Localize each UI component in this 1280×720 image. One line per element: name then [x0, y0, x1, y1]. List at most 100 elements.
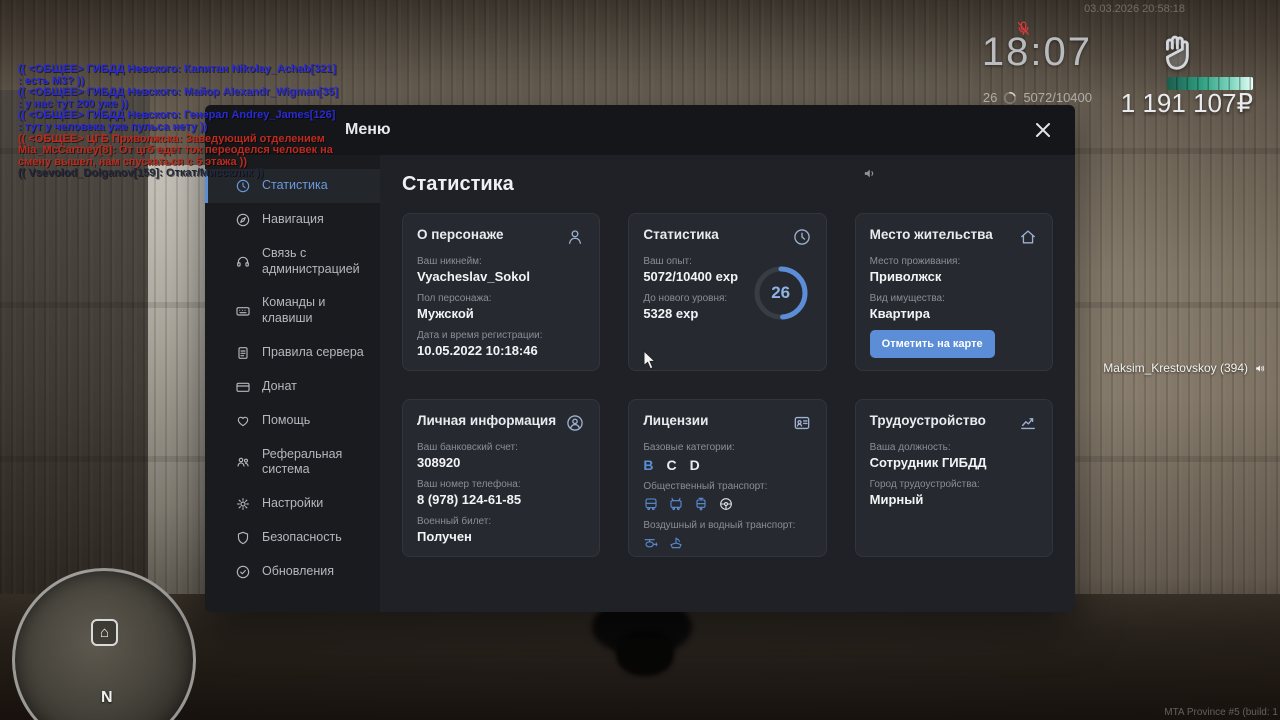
card-title: Трудоустройство — [870, 413, 986, 428]
shield-icon — [235, 530, 251, 546]
menu-title: Меню — [345, 121, 391, 139]
sidebar-item-security[interactable]: Безопасность — [205, 521, 380, 555]
menu-body: Статистика Навигация Связь с администрац… — [205, 155, 1075, 612]
hud-clock: 18:07 — [982, 30, 1092, 75]
chat-line: (( Vsevolod_Dolganov[159]: Откат/Мисскли… — [18, 168, 338, 180]
card-title: О персонаже — [417, 227, 503, 242]
field-value: 8 (978) 124-61-85 — [417, 492, 585, 507]
compass-icon — [235, 212, 251, 228]
trend-chart-icon — [1018, 413, 1038, 433]
sidebar-item-label: Безопасность — [262, 530, 368, 546]
hud-exp: 5072/10400 — [1023, 90, 1092, 105]
field-value: Мужской — [417, 306, 585, 321]
licenses-air-label: Воздушный и водный транспорт: — [643, 520, 811, 531]
game-screen: (( <ОБЩЕЕ> ГИБДД Невского: Капитан Nikol… — [0, 0, 1280, 720]
chat-line: (( <ОБЩЕЕ> ГИБДД Невского: Капитан Nikol… — [18, 64, 338, 76]
menu-content: Статистика О персонаже Ваш никнейм: Vyac… — [380, 155, 1075, 612]
speaker-icon[interactable] — [862, 165, 879, 182]
stats-cards-grid: О персонаже Ваш никнейм: Vyacheslav_Soko… — [402, 213, 1053, 557]
sidebar-item-server-rules[interactable]: Правила сервера — [205, 336, 380, 370]
sidebar-item-commands-keys[interactable]: Команды и клавиши — [205, 286, 380, 335]
document-icon — [235, 345, 251, 361]
field-value: 5072/10400 exp — [643, 269, 738, 284]
card-title: Статистика — [643, 227, 718, 242]
helicopter-icon — [643, 535, 659, 551]
field-value: Квартира — [870, 306, 1038, 321]
sidebar-item-admin-contact[interactable]: Связь с администрацией — [205, 237, 380, 286]
headset-icon — [235, 254, 251, 270]
category-d: D — [690, 457, 700, 473]
sidebar-item-label: Обновления — [262, 564, 368, 580]
sidebar-item-label: Навигация — [262, 212, 368, 228]
field-label: Ваш номер телефона: — [417, 479, 585, 490]
sidebar-item-updates[interactable]: Обновления — [205, 555, 380, 589]
mouse-cursor — [643, 351, 658, 370]
card-residence: Место жительства Место проживания: Приво… — [855, 213, 1053, 371]
field-label: Военный билет: — [417, 516, 585, 527]
mark-on-map-button[interactable]: Отметить на карте — [870, 330, 995, 358]
home-icon — [1018, 227, 1038, 247]
field-label: Ваш банковский счет: — [417, 442, 585, 453]
voice-indicator: Maksim_Krestovskoy (394) — [1103, 361, 1267, 375]
heart-icon — [235, 413, 251, 429]
card-licenses: Лицензии Базовые категории: B C D Общест… — [628, 399, 826, 557]
field-label: Дата и время регистрации: — [417, 330, 585, 341]
trolleybus-icon — [668, 496, 684, 512]
field-value: 10.05.2022 10:18:46 — [417, 343, 585, 358]
card-title: Лицензии — [643, 413, 708, 428]
card-character: О персонаже Ваш никнейм: Vyacheslav_Soko… — [402, 213, 600, 371]
home-icon: ⌂ — [91, 619, 118, 646]
sidebar-item-settings[interactable]: Настройки — [205, 487, 380, 521]
exp-ring-icon — [1003, 91, 1017, 105]
sidebar-item-label: Команды и клавиши — [262, 295, 368, 326]
keyboard-icon — [235, 303, 251, 319]
card-title: Личная информация — [417, 413, 556, 428]
close-icon[interactable] — [1031, 118, 1055, 142]
field-label: Ваша должность: — [870, 442, 1038, 453]
sidebar-item-label: Правила сервера — [262, 345, 368, 361]
sidebar-item-label: Настройки — [262, 496, 368, 512]
id-card-icon — [792, 413, 812, 433]
hud-exp-row: 26 5072/10400 — [983, 90, 1092, 105]
bus-icon — [643, 496, 659, 512]
chat-log: (( <ОБЩЕЕ> ГИБДД Невского: Капитан Nikol… — [18, 64, 338, 180]
sidebar-item-donate[interactable]: Донат — [205, 370, 380, 404]
tram-icon — [693, 496, 709, 512]
field-label: Место проживания: — [870, 256, 1038, 267]
users-icon — [235, 454, 251, 470]
voice-player-name: Maksim_Krestovskoy (394) — [1103, 361, 1248, 375]
card-employment: Трудоустройство Ваша должность: Сотрудни… — [855, 399, 1053, 557]
field-label: Ваш опыт: — [643, 256, 738, 267]
check-circle-icon — [235, 564, 251, 580]
sidebar-item-help[interactable]: Помощь — [205, 404, 380, 438]
menu-sidebar: Статистика Навигация Связь с администрац… — [205, 155, 380, 612]
clock-icon — [792, 227, 812, 247]
field-value: Сотрудник ГИБДД — [870, 455, 1038, 470]
licenses-public-label: Общественный транспорт: — [643, 481, 811, 492]
sidebar-item-label: Реферальная система — [262, 447, 368, 478]
field-label: Вид имущества: — [870, 293, 1038, 304]
level-number: 26 — [752, 264, 810, 322]
field-value: Приволжск — [870, 269, 1038, 284]
sidebar-item-navigation[interactable]: Навигация — [205, 203, 380, 237]
field-label: Пол персонажа: — [417, 293, 585, 304]
sidebar-item-label: Статистика — [262, 178, 368, 194]
field-label: Город трудоустройства: — [870, 479, 1038, 490]
minimap-north-label: N — [101, 689, 113, 707]
field-value: Получен — [417, 529, 585, 544]
menu-window: Меню Статистика Навигация Связь с админи… — [205, 105, 1075, 612]
sidebar-item-label: Помощь — [262, 413, 368, 429]
sidebar-item-label: Донат — [262, 379, 368, 395]
person-icon — [565, 227, 585, 247]
steering-wheel-icon — [718, 496, 734, 512]
gear-icon — [235, 496, 251, 512]
field-value: 5328 exp — [643, 306, 738, 321]
field-label: До нового уровня: — [643, 293, 738, 304]
sidebar-item-label: Связь с администрацией — [262, 246, 368, 277]
license-categories: B C D — [643, 457, 811, 473]
speaker-icon — [1254, 362, 1267, 375]
sidebar-item-referral[interactable]: Реферальная система — [205, 438, 380, 487]
card-statistics: Статистика Ваш опыт: 5072/10400 exp До н… — [628, 213, 826, 371]
card-title: Место жительства — [870, 227, 993, 242]
chat-line: Mia_McCartney[8]: От цгб едет ток переод… — [18, 145, 338, 157]
